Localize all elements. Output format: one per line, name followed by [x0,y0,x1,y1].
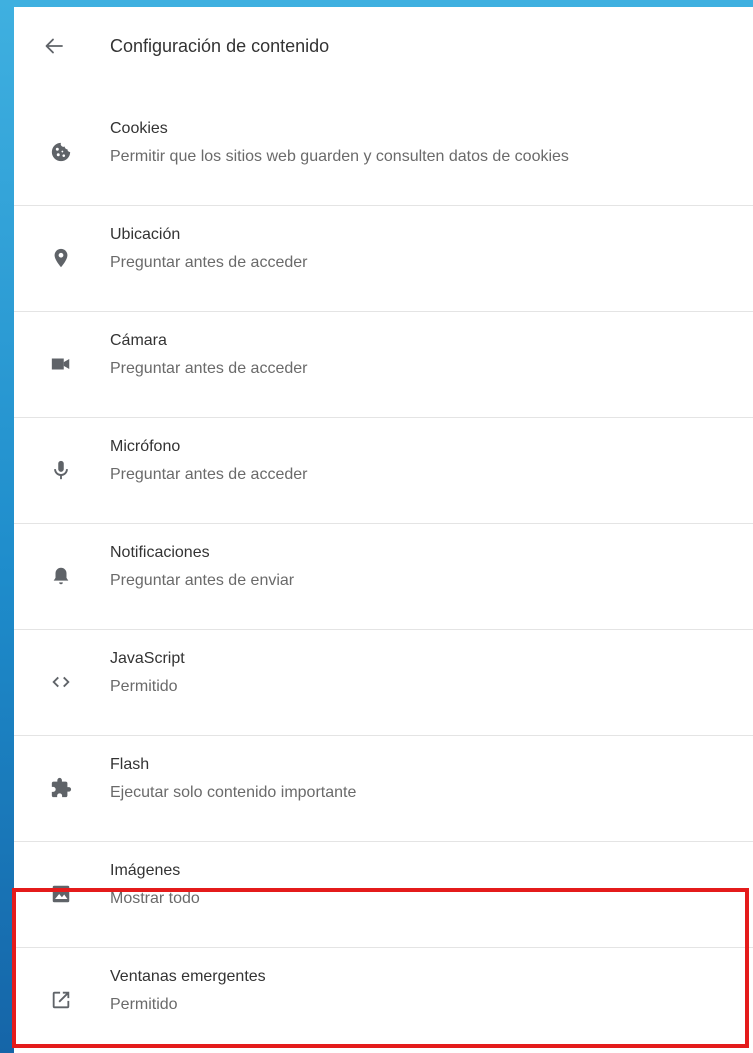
code-icon [50,671,72,693]
setting-description: Preguntar antes de acceder [110,360,308,377]
microphone-icon [50,459,72,481]
image-icon [50,883,72,905]
setting-label: Notificaciones [110,544,210,561]
settings-row-images[interactable]: Imágenes Mostrar todo [14,842,753,948]
settings-row-popups[interactable]: Ventanas emergentes Permitido [14,948,753,1053]
setting-description: Permitido [110,678,178,695]
setting-description: Mostrar todo [110,890,200,907]
location-pin-icon [50,247,72,269]
settings-row-notifications[interactable]: Notificaciones Preguntar antes de enviar [14,524,753,630]
setting-description: Preguntar antes de enviar [110,572,295,589]
setting-description: Ejecutar solo contenido importante [110,784,357,801]
setting-label: Ventanas emergentes [110,968,266,985]
setting-label: Flash [110,756,150,773]
cookie-icon [50,141,72,163]
settings-row-camera[interactable]: Cámara Preguntar antes de acceder [14,312,753,418]
open-in-new-icon [50,989,72,1011]
settings-row-location[interactable]: Ubicación Preguntar antes de acceder [14,206,753,312]
setting-label: Imágenes [110,862,181,879]
camera-icon [50,353,72,375]
bell-icon [50,565,72,587]
puzzle-icon [50,777,72,799]
setting-description: Preguntar antes de acceder [110,466,308,483]
settings-row-cookies[interactable]: Cookies Permitir que los sitios web guar… [14,100,753,206]
page-title: Configuración de contenido [110,36,330,56]
settings-row-javascript[interactable]: JavaScript Permitido [14,630,753,736]
arrow-back-icon [45,38,63,54]
setting-label: Ubicación [110,226,181,243]
setting-description: Preguntar antes de acceder [110,254,308,271]
setting-description: Permitir que los sitios web guarden y co… [110,148,569,165]
setting-label: JavaScript [110,650,185,667]
setting-label: Cámara [110,332,167,349]
settings-row-flash[interactable]: Flash Ejecutar solo contenido importante [14,736,753,842]
settings-row-microphone[interactable]: Micrófono Preguntar antes de acceder [14,418,753,524]
setting-label: Cookies [110,120,168,137]
setting-description: Permitido [110,996,178,1013]
header: Configuración de contenido [14,7,753,89]
setting-label: Micrófono [110,438,181,455]
content-settings-panel: Configuración de contenido Cookies Permi… [14,7,753,1053]
back-button[interactable] [42,34,66,58]
